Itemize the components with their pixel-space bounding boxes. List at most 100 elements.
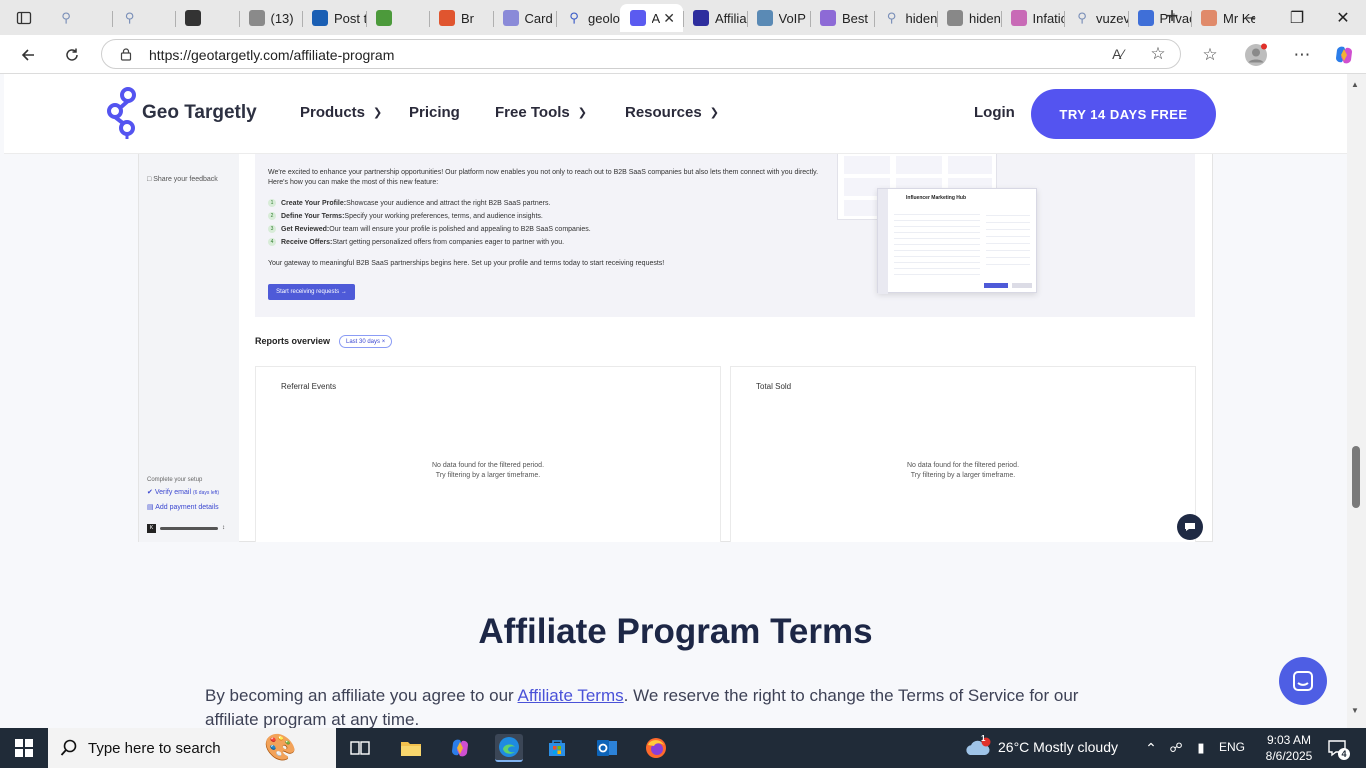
tab-strip: ⚲ ⚲ (13) Post t Br Card ⚲ geolo A ✕ Affilia VoIP Bes… (48, 4, 1255, 32)
refresh-button[interactable] (57, 40, 87, 70)
empty-line-1: No data found for the filtered period. (906, 462, 1020, 469)
copilot-button[interactable] (1331, 42, 1357, 68)
maximize-button[interactable]: ❐ (1274, 0, 1320, 35)
notifications-button[interactable]: 4 (1322, 734, 1352, 762)
page-scrollbar[interactable]: ▲ ▼ (1347, 74, 1366, 728)
lock-icon[interactable] (119, 47, 133, 61)
nav-resources[interactable]: Resources ❯ (625, 104, 719, 121)
more-menu-button[interactable]: ⋯ (1289, 42, 1315, 68)
preview-mini-card (896, 156, 942, 174)
scroll-thumb[interactable] (1352, 446, 1360, 508)
favorites-button[interactable]: ☆ (1197, 42, 1223, 68)
outlook-taskbar-button[interactable] (593, 734, 621, 762)
copilot-taskbar-button[interactable] (446, 734, 474, 762)
browser-tab[interactable]: Affilia (683, 4, 747, 32)
new-tab-button[interactable]: + (1160, 5, 1184, 29)
intercom-chat-button[interactable] (1279, 657, 1327, 705)
close-tab-icon[interactable]: ✕ (663, 10, 675, 27)
weather-widget[interactable]: 1 (962, 734, 994, 762)
browser-tab[interactable]: hiden (937, 4, 1001, 32)
copilot-icon (452, 739, 468, 757)
read-aloud-button[interactable]: A⁄ (1105, 41, 1131, 67)
start-button[interactable] (10, 734, 38, 762)
panel-empty-state: No data found for the filtered period. T… (731, 461, 1195, 481)
nav-resources-label: Resources (625, 104, 702, 121)
preview-profile-modal: Influencer Marketing Hub (877, 188, 1037, 294)
browser-tab[interactable]: ⚲ hiden (873, 4, 937, 32)
site-logo[interactable]: Geo Targetly (106, 86, 257, 140)
nav-products[interactable]: Products ❯ (300, 104, 382, 121)
browser-tab[interactable]: Best (810, 4, 874, 32)
profile-button[interactable] (1243, 42, 1269, 68)
notification-count: 4 (1338, 748, 1350, 760)
scroll-up-icon[interactable]: ▲ (1351, 80, 1359, 89)
browser-tab[interactable]: ⚲ vuzev (1064, 4, 1128, 32)
show-hidden-icons-button[interactable]: ⌃ (1140, 734, 1162, 762)
edge-icon (499, 737, 519, 757)
favorite-button[interactable]: ☆ (1145, 41, 1171, 67)
task-view-icon (350, 741, 370, 755)
scroll-down-icon[interactable]: ▼ (1351, 706, 1359, 715)
browser-tab[interactable]: Post t (302, 4, 366, 32)
browser-tab[interactable]: ⚲ (111, 4, 176, 32)
preview-modal-body (894, 209, 980, 279)
xf-icon (312, 10, 328, 26)
tab-title: Affilia (715, 10, 747, 26)
firefox-taskbar-button[interactable] (642, 734, 670, 762)
empty-line-2: Try filtering by a larger timeframe. (910, 472, 1016, 479)
chat-icon (1293, 671, 1313, 691)
preview-feedback-link: □ Share your feedback (147, 176, 218, 183)
back-button[interactable] (13, 40, 43, 70)
browser-tab[interactable]: Br (429, 4, 493, 32)
task-view-button[interactable] (346, 734, 374, 762)
terms-heading: Affiliate Program Terms (478, 612, 873, 651)
battery-button[interactable]: ▮ (1190, 734, 1212, 762)
affiliate-terms-link[interactable]: Affiliate Terms (518, 686, 624, 705)
file-explorer-button[interactable] (397, 734, 425, 762)
address-bar[interactable]: https://geotargetly.com/affiliate-progra… (101, 39, 1181, 69)
browser-tab[interactable] (175, 4, 239, 32)
browser-tab[interactable]: A ✕ (619, 4, 683, 32)
preview-payment-text: Add payment details (155, 504, 219, 511)
step-bold: Get Reviewed: (281, 225, 330, 233)
tab-actions-button[interactable] (0, 0, 48, 35)
browser-tab[interactable]: VoIP (746, 4, 811, 32)
meet-now-button[interactable]: ☍ (1165, 734, 1187, 762)
infatica-icon (1010, 10, 1027, 26)
puzzle-icon (375, 10, 392, 26)
login-link[interactable]: Login (974, 104, 1015, 121)
taskbar-search[interactable]: Type here to search 🎨 (48, 728, 336, 768)
preview-reports-title: Reports overview (255, 336, 331, 346)
battery-icon: ▮ (1197, 740, 1205, 755)
tab-title: geolo (588, 10, 620, 26)
browser-tab[interactable]: ⚲ (48, 4, 112, 32)
tab-title: hiden (969, 10, 1001, 26)
system-clock[interactable]: 9:03 AM 8/6/2025 (1257, 732, 1321, 764)
windows-taskbar: Type here to search 🎨 1 26°C Mostly clou… (0, 728, 1366, 768)
weather-text[interactable]: 26°C Mostly cloudy (998, 739, 1118, 755)
chatgpt-icon (185, 10, 201, 26)
preview-referral-panel: Referral Events No data found for the fi… (255, 366, 721, 542)
preview-modal-primary-btn (984, 283, 1008, 288)
panel-title: Referral Events (281, 382, 337, 391)
url-text[interactable]: https://geotargetly.com/affiliate-progra… (149, 47, 394, 63)
nav-free-tools[interactable]: Free Tools ❯ (495, 104, 587, 121)
nav-products-label: Products (300, 104, 366, 121)
language-indicator[interactable]: ENG (1219, 740, 1245, 754)
search-highlight-icon: 🎨 (264, 732, 297, 762)
try-free-button[interactable]: TRY 14 DAYS FREE (1031, 89, 1216, 139)
close-window-button[interactable]: ✕ (1320, 0, 1366, 35)
browser-tab[interactable]: ⚲ geolo (556, 4, 620, 32)
nav-pricing[interactable]: Pricing (409, 104, 460, 121)
edge-taskbar-button[interactable] (495, 734, 523, 762)
empty-line-2: Try filtering by a larger timeframe. (435, 472, 541, 479)
browser-tab[interactable]: Infatic (1000, 4, 1064, 32)
geotargetly-icon (629, 10, 646, 26)
step-number: 2 (268, 212, 276, 220)
minimize-button[interactable]: – (1228, 0, 1274, 35)
store-taskbar-button[interactable] (543, 734, 571, 762)
browser-tab[interactable] (365, 4, 430, 32)
browser-tab[interactable]: Card (492, 4, 557, 32)
browser-tab[interactable]: (13) (238, 4, 303, 32)
card-small-icon: ▤ (147, 504, 154, 511)
